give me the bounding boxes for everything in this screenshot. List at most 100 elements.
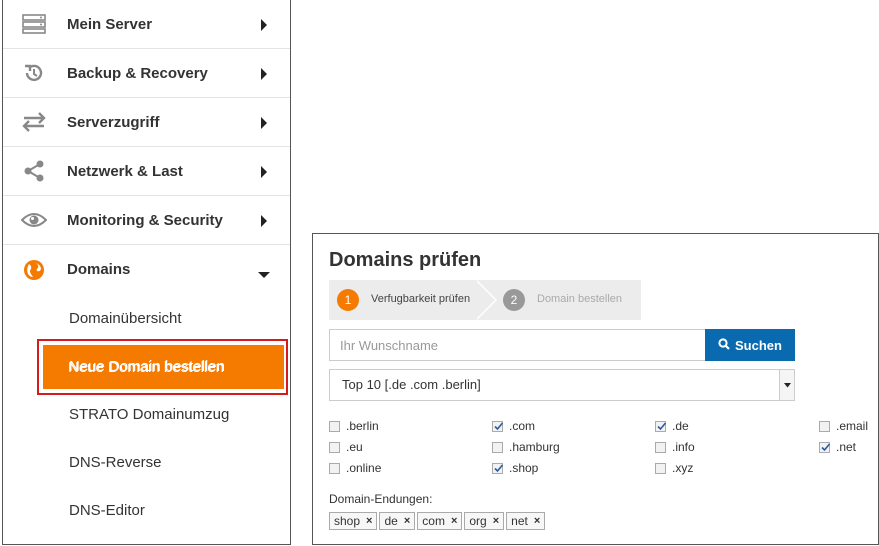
tld-label: .hamburg: [509, 440, 560, 454]
sidebar-item-serverzugriff[interactable]: Serverzugriff: [3, 98, 290, 147]
sidebar-item-label: Domains: [67, 261, 131, 278]
tld-label: .xyz: [672, 461, 694, 475]
sidebar-item-label: Netzwerk & Last: [67, 162, 183, 180]
tld-checkbox-berlin[interactable]: .berlin: [329, 418, 379, 434]
chevron-right-icon: [260, 116, 270, 129]
tag-org: org ×: [464, 512, 505, 530]
tld-label: .eu: [346, 440, 363, 454]
tld-label: .com: [509, 419, 536, 433]
sidebar-subitem-label: DNS-Editor: [69, 501, 145, 519]
checkbox[interactable]: [492, 462, 504, 474]
page-title: Domains prüfen: [329, 249, 482, 271]
domain-endings-label: Domain-Endungen:: [329, 492, 433, 506]
stepper: 1 Verfugbarkeit prüfen 2 Domain bestelle…: [329, 280, 641, 320]
tag-shop: shop ×: [329, 512, 378, 530]
chevron-right-icon: [260, 165, 270, 178]
tag-label: net: [511, 514, 528, 528]
step-2-number: 2: [503, 289, 525, 311]
tld-label: .email: [836, 419, 869, 433]
server-icon: [21, 11, 47, 37]
sidebar-subitem-strato-domainumzug[interactable]: STRATO Domainumzug: [3, 390, 290, 438]
step-1-number: 1: [337, 289, 359, 311]
dropdown-arrow-icon[interactable]: [779, 370, 794, 400]
tld-checkbox-eu[interactable]: .eu: [329, 439, 363, 455]
tld-label: .online: [346, 461, 382, 475]
chevron-down-icon: [258, 266, 270, 278]
search-button[interactable]: Suchen: [705, 329, 795, 361]
sidebar-subitem-label: Neue Domain bestellen: [68, 358, 224, 376]
share-icon: [21, 158, 47, 184]
transfer-icon: [21, 109, 47, 135]
sidebar-subitem-dns-editor[interactable]: DNS-Editor: [3, 486, 290, 534]
search-icon: [718, 337, 730, 353]
tld-label: .de: [672, 419, 689, 433]
tag-de: de ×: [379, 512, 416, 530]
chevron-right-icon: [260, 67, 270, 80]
tag-label: com: [422, 514, 445, 528]
globe-icon: [21, 257, 47, 283]
tld-checkbox-de[interactable]: .de: [655, 418, 689, 434]
tld-checkbox-hamburg[interactable]: .hamburg: [492, 439, 560, 455]
chevron-right-icon: [260, 214, 270, 227]
active-item-label-overlay[interactable]: Neue Domain bestellen: [68, 345, 224, 389]
remove-tag-icon[interactable]: ×: [493, 515, 499, 527]
backup-icon: [21, 60, 47, 86]
sidebar-item-label: Monitoring & Security: [67, 211, 223, 229]
tag-label: shop: [334, 514, 361, 528]
sidebar-item-netzwerk-last[interactable]: Netzwerk & Last: [3, 147, 290, 196]
sidebar-subitem-label: Domainübersicht: [69, 309, 182, 327]
checkbox[interactable]: [329, 420, 340, 432]
checkbox[interactable]: [819, 441, 831, 453]
tag-net: net ×: [506, 512, 546, 530]
search-button-label: Suchen: [735, 337, 782, 353]
tld-package-select[interactable]: Top 10 [.de .com .berlin]: [329, 369, 795, 401]
tld-checkbox-email[interactable]: .email: [819, 418, 868, 434]
step-1-label: Verfugbarkeit prüfen: [371, 293, 471, 305]
tag-label: org: [469, 514, 487, 528]
sidebar-nav: Mein Server Backup & Recovery Serverzugr…: [2, 0, 291, 545]
tld-checkbox-online[interactable]: .online: [329, 460, 381, 476]
sidebar-item-label: Mein Server: [67, 15, 153, 33]
tld-checkbox-shop[interactable]: .shop: [492, 460, 538, 476]
checkbox[interactable]: [819, 420, 830, 432]
chevron-right-icon: [260, 18, 270, 31]
tld-label: .shop: [509, 461, 539, 475]
step-separator-inner: [475, 280, 495, 320]
checkbox[interactable]: [492, 420, 504, 432]
domain-check-panel: Domains prüfen 1 Verfugbarkeit prüfen 2 …: [312, 233, 879, 545]
sidebar-subitem-label: STRATO Domainumzug: [69, 405, 230, 423]
remove-tag-icon[interactable]: ×: [534, 515, 540, 527]
step-2-label: Domain bestellen: [537, 293, 622, 305]
domain-endings-tags: shop × de × com × org × net ×: [329, 512, 546, 530]
select-value: Top 10 [.de .com .berlin]: [342, 377, 481, 392]
sidebar-item-label: Backup & Recovery: [67, 64, 208, 82]
checkbox[interactable]: [492, 441, 503, 453]
checkbox[interactable]: [655, 420, 667, 432]
tld-checkbox-info[interactable]: .info: [655, 439, 695, 455]
remove-tag-icon[interactable]: ×: [404, 515, 410, 527]
remove-tag-icon[interactable]: ×: [366, 515, 372, 527]
sidebar-item-backup-recovery[interactable]: Backup & Recovery: [3, 49, 290, 98]
tld-label: .info: [672, 440, 695, 454]
checkbox[interactable]: [655, 462, 666, 474]
tld-checkbox-net[interactable]: .net: [819, 439, 856, 455]
sidebar-item-mein-server[interactable]: Mein Server: [3, 0, 290, 49]
checkbox[interactable]: [329, 441, 340, 453]
sidebar-subitem-dns-reverse[interactable]: DNS-Reverse: [3, 438, 290, 486]
tld-checkbox-com[interactable]: .com: [492, 418, 535, 434]
domain-search-input[interactable]: [329, 329, 705, 361]
checkbox[interactable]: [329, 462, 340, 474]
tag-label: de: [384, 514, 398, 528]
sidebar-item-monitoring-security[interactable]: Monitoring & Security: [3, 196, 290, 245]
tld-label: .berlin: [346, 419, 379, 433]
eye-icon: [21, 207, 47, 233]
tld-checkbox-xyz[interactable]: .xyz: [655, 460, 693, 476]
sidebar-subitem-label: DNS-Reverse: [69, 453, 162, 471]
sidebar-item-domains[interactable]: Domains: [3, 245, 290, 294]
sidebar-subitem-domainuebersicht[interactable]: Domainübersicht: [3, 294, 290, 342]
sidebar-item-label: Serverzugriff: [67, 113, 160, 131]
checkbox[interactable]: [655, 441, 666, 453]
remove-tag-icon[interactable]: ×: [451, 515, 457, 527]
tld-label: .net: [836, 440, 857, 454]
tag-com: com ×: [417, 512, 463, 530]
